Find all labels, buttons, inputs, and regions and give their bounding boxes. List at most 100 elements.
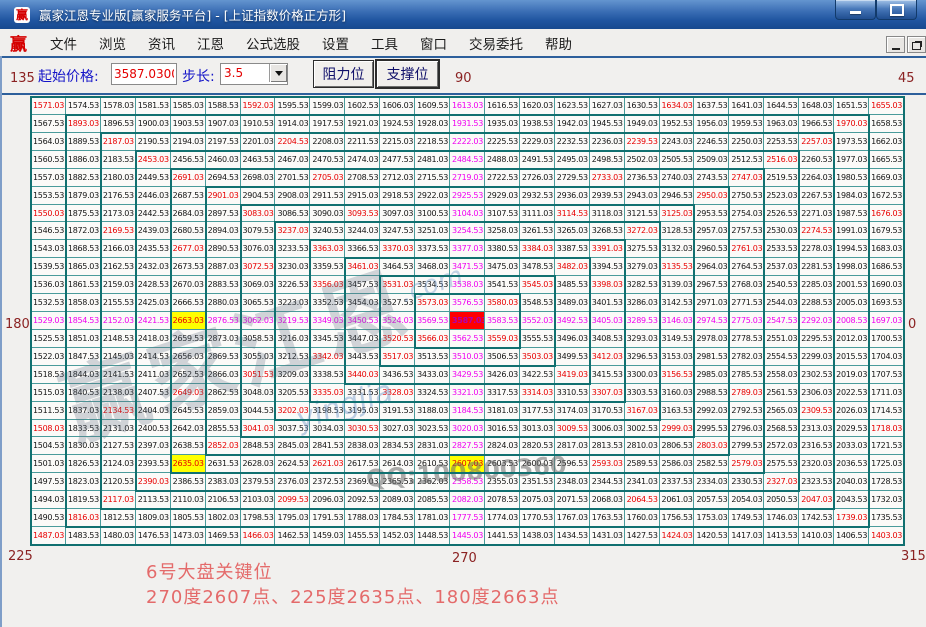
grid-cell[interactable]: 1959.53 (729, 115, 764, 133)
grid-cell[interactable]: 2936.03 (555, 187, 590, 205)
grid-cell[interactable]: 1546.53 (31, 222, 66, 240)
grid-cell[interactable]: 1599.03 (310, 97, 345, 115)
grid-cell[interactable]: 3471.53 (450, 258, 485, 276)
grid-cell[interactable]: 2425.03 (136, 294, 171, 312)
grid-cell[interactable]: 2519.53 (764, 169, 799, 187)
grid-cell[interactable]: 2964.03 (694, 258, 729, 276)
grid-cell[interactable]: 3506.53 (485, 348, 520, 366)
grid-cell[interactable]: 2022.53 (834, 384, 869, 402)
grid-cell[interactable]: 2733.03 (590, 169, 625, 187)
grid-cell[interactable]: 2537.03 (764, 258, 799, 276)
grid-cell[interactable]: 2054.03 (729, 491, 764, 509)
grid-cell[interactable]: 1711.03 (869, 384, 904, 402)
grid-cell[interactable]: 3394.53 (590, 258, 625, 276)
grid-cell[interactable]: 2278.03 (799, 240, 834, 258)
grid-cell[interactable]: 2239.53 (625, 133, 660, 151)
grid-cell[interactable]: 2694.53 (206, 169, 241, 187)
grid-cell[interactable]: 1830.03 (66, 437, 101, 455)
grid-cell[interactable]: 2680.53 (171, 222, 206, 240)
grid-cell[interactable]: 2848.53 (241, 437, 276, 455)
grid-cell[interactable]: 3153.03 (660, 348, 695, 366)
grid-cell[interactable]: 2320.03 (799, 455, 834, 473)
grid-cell[interactable]: 2624.53 (275, 455, 310, 473)
menu-item-交易委托[interactable]: 交易委托 (464, 31, 528, 55)
grid-cell[interactable]: 3086.53 (275, 205, 310, 223)
grid-cell[interactable]: 1662.03 (869, 133, 904, 151)
grid-cell[interactable]: 3468.03 (415, 258, 450, 276)
grid-cell[interactable]: 3352.53 (310, 294, 345, 312)
grid-cell[interactable]: 1746.03 (764, 509, 799, 527)
grid-cell[interactable]: 2512.53 (729, 151, 764, 169)
grid-cell[interactable]: 1413.53 (764, 527, 799, 545)
grid-cell[interactable]: 2040.03 (834, 473, 869, 491)
grid-cell[interactable]: 1928.03 (415, 115, 450, 133)
grid-cell[interactable]: 2869.53 (206, 348, 241, 366)
grid-cell[interactable]: 2887.03 (206, 258, 241, 276)
grid-cell[interactable]: 2348.03 (555, 473, 590, 491)
grid-cell[interactable]: 3583.53 (485, 312, 520, 330)
grid-cell[interactable]: 3433.03 (415, 366, 450, 384)
mdi-minimize-button[interactable] (886, 36, 905, 53)
grid-cell[interactable]: 2103.03 (241, 491, 276, 509)
grid-cell[interactable]: 1865.03 (66, 258, 101, 276)
grid-cell[interactable]: 2078.53 (485, 491, 520, 509)
grid-cell[interactable]: 2481.03 (415, 151, 450, 169)
grid-cell[interactable]: 3384.03 (520, 240, 555, 258)
grid-cell[interactable]: 1760.03 (625, 509, 660, 527)
grid-cell[interactable]: 2477.53 (380, 151, 415, 169)
grid-cell[interactable]: 3037.53 (275, 420, 310, 438)
grid-cell[interactable]: 3482.03 (555, 258, 590, 276)
grid-cell[interactable]: 3440.03 (345, 366, 380, 384)
grid-cell[interactable]: 2978.03 (694, 330, 729, 348)
grid-cell[interactable]: 2456.53 (171, 151, 206, 169)
grid-cell[interactable]: 3405.03 (590, 312, 625, 330)
grid-cell[interactable]: 2722.53 (485, 169, 520, 187)
grid-cell[interactable]: 3478.53 (520, 258, 555, 276)
grid-cell[interactable]: 1879.03 (66, 187, 101, 205)
grid-cell[interactable]: 2211.53 (345, 133, 380, 151)
grid-cell[interactable]: 2414.53 (136, 348, 171, 366)
grid-cell[interactable]: 1550.03 (31, 205, 66, 223)
grid-cell[interactable]: 3072.53 (241, 258, 276, 276)
grid-cell[interactable]: 2981.53 (694, 348, 729, 366)
grid-cell[interactable]: 2470.53 (310, 151, 345, 169)
grid-cell[interactable]: 2026.03 (834, 402, 869, 420)
grid-cell[interactable]: 2180.03 (101, 169, 136, 187)
grid-cell[interactable]: 2176.53 (101, 187, 136, 205)
grid-cell[interactable]: 2383.03 (206, 473, 241, 491)
grid-cell[interactable]: 3258.03 (485, 222, 520, 240)
grid-cell[interactable]: 3419.03 (555, 366, 590, 384)
grid-cell[interactable]: 1543.03 (31, 240, 66, 258)
grid-cell[interactable]: 2183.53 (101, 151, 136, 169)
grid-cell[interactable]: 2617.53 (345, 455, 380, 473)
grid-cell[interactable]: 2043.53 (834, 491, 869, 509)
grid-cell[interactable]: 2621.03 (310, 455, 345, 473)
grid-cell[interactable]: 1518.53 (31, 366, 66, 384)
grid-cell[interactable]: 1910.53 (241, 115, 276, 133)
grid-cell[interactable]: 1753.03 (694, 509, 729, 527)
grid-cell[interactable]: 2117.03 (101, 491, 136, 509)
grid-cell[interactable]: 2467.03 (275, 151, 310, 169)
grid-cell[interactable]: 2225.53 (485, 133, 520, 151)
grid-cell[interactable]: 2124.03 (101, 455, 136, 473)
grid-cell[interactable]: 2596.53 (555, 455, 590, 473)
grid-cell[interactable]: 2530.03 (764, 222, 799, 240)
grid-cell[interactable]: 2897.53 (206, 205, 241, 223)
grid-cell-key-level[interactable]: 2663.03 (171, 312, 206, 330)
grid-cell[interactable]: 3149.53 (660, 330, 695, 348)
grid-cell[interactable]: 1774.03 (485, 509, 520, 527)
grid-cell[interactable]: 2159.03 (101, 276, 136, 294)
grid-cell[interactable]: 2008.53 (834, 312, 869, 330)
grid-cell[interactable]: 3118.03 (590, 205, 625, 223)
grid-cell-center[interactable]: 3587.03 (450, 312, 485, 330)
grid-cell[interactable]: 2288.53 (799, 294, 834, 312)
grid-cell[interactable]: 2985.03 (694, 366, 729, 384)
grid-cell[interactable]: 2250.03 (729, 133, 764, 151)
grid-cell[interactable]: 3531.03 (380, 276, 415, 294)
grid-cell[interactable]: 3359.53 (310, 258, 345, 276)
grid-cell[interactable]: 1963.03 (764, 115, 799, 133)
grid-cell[interactable]: 2012.03 (834, 330, 869, 348)
grid-cell[interactable]: 2110.03 (171, 491, 206, 509)
grid-cell[interactable]: 1700.53 (869, 330, 904, 348)
grid-cell[interactable]: 1763.53 (590, 509, 625, 527)
